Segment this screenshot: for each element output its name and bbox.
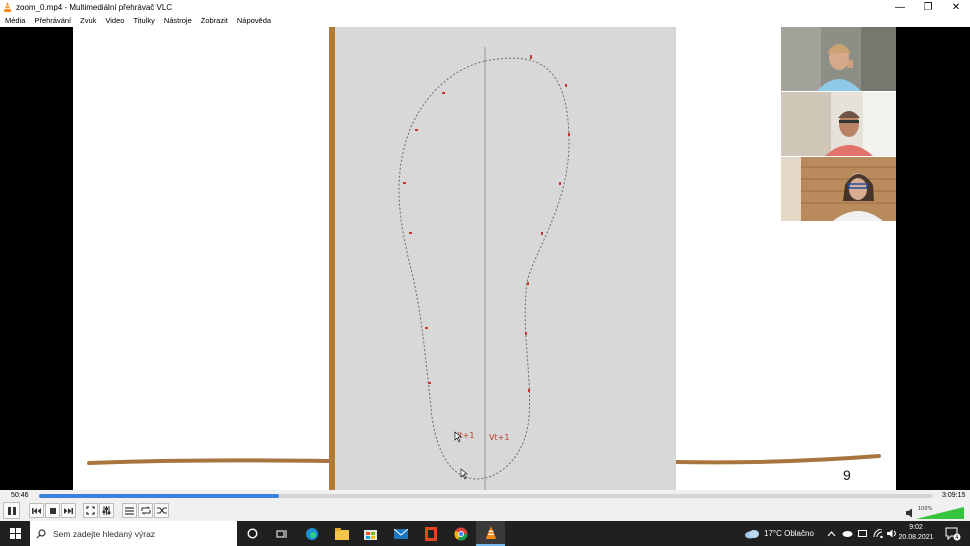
menu-bar: Média Přehrávání Zvuk Video Titulky Nást… xyxy=(0,14,970,27)
taskbar-clock[interactable]: 9:02 20.08.2021 xyxy=(896,523,936,543)
participant-video-1 xyxy=(781,27,896,91)
taskbar-edge[interactable] xyxy=(297,521,326,546)
task-view-button[interactable] xyxy=(267,521,296,546)
action-center-button[interactable]: 4 xyxy=(940,521,966,546)
participant-gallery xyxy=(781,27,896,221)
taskbar-chrome[interactable] xyxy=(446,521,475,546)
window-title: zoom_0.mp4 - Multimediální přehrávač VLC xyxy=(16,2,173,12)
windows-taskbar: Sem zadejte hledaný výraz 17°C Oblačno 9… xyxy=(0,521,970,546)
cloud-icon xyxy=(745,529,759,538)
seek-progress xyxy=(39,494,279,498)
menu-subtitles[interactable]: Titulky xyxy=(133,16,154,25)
cortana-button[interactable] xyxy=(238,521,267,546)
elapsed-time: 50:46 xyxy=(11,492,29,499)
weather-text: 17°C Oblačno xyxy=(764,529,814,538)
volume-label: 100% xyxy=(918,506,933,512)
skip-forward-icon xyxy=(64,507,73,514)
search-icon xyxy=(36,528,46,538)
previous-button[interactable] xyxy=(29,503,44,518)
office-icon xyxy=(424,526,437,541)
battery-icon[interactable] xyxy=(858,530,868,537)
participant-tile-1 xyxy=(781,27,896,91)
taskbar-store[interactable] xyxy=(356,521,385,546)
menu-view[interactable]: Zobrazit xyxy=(201,16,228,25)
menu-media[interactable]: Média xyxy=(5,16,25,25)
menu-video[interactable]: Video xyxy=(105,16,124,25)
minimize-button[interactable]: — xyxy=(886,0,914,14)
chrome-icon xyxy=(454,527,467,540)
participant-video-2 xyxy=(781,92,896,156)
speaker-icon xyxy=(906,508,912,518)
restore-button[interactable]: ❐ xyxy=(914,0,942,14)
slide-number: 9 xyxy=(843,467,851,483)
skip-back-icon xyxy=(32,507,41,514)
search-placeholder: Sem zadejte hledaný výraz xyxy=(53,528,156,539)
next-button[interactable] xyxy=(61,503,76,518)
stop-button[interactable] xyxy=(45,503,60,518)
seek-bar[interactable] xyxy=(39,494,933,498)
task-view-icon xyxy=(276,529,286,538)
player-controls: 50:46 3:09:15 100% xyxy=(0,490,970,521)
chevron-up-icon[interactable] xyxy=(827,530,836,537)
taskbar-vlc[interactable] xyxy=(476,521,505,546)
folder-icon xyxy=(334,527,349,540)
equalizer-icon xyxy=(102,506,111,515)
control-buttons: 100% xyxy=(0,502,970,520)
total-time: 3:09:15 xyxy=(942,492,966,499)
shuffle-button[interactable] xyxy=(154,503,169,518)
store-icon xyxy=(364,530,377,540)
wifi-icon[interactable] xyxy=(873,529,883,538)
video-area[interactable]: Vt+1 Vt+1 9 xyxy=(0,27,970,490)
pause-icon xyxy=(7,506,16,515)
edge-icon xyxy=(305,527,318,540)
vlc-icon xyxy=(485,526,496,539)
close-button[interactable]: ✕ xyxy=(942,0,970,14)
taskbar-mail[interactable] xyxy=(386,521,415,546)
participant-tile-2 xyxy=(781,92,896,156)
loop-button[interactable] xyxy=(138,503,153,518)
menu-help[interactable]: Nápověda xyxy=(237,16,271,25)
taskbar-search[interactable]: Sem zadejte hledaný výraz xyxy=(30,521,237,546)
system-tray xyxy=(827,521,898,546)
weather-widget[interactable]: 17°C Oblačno xyxy=(744,521,814,546)
participant-tile-3 xyxy=(781,157,896,221)
fullscreen-icon xyxy=(86,506,95,515)
menu-playback[interactable]: Přehrávání xyxy=(34,16,71,25)
stop-icon xyxy=(49,507,56,514)
fullscreen-button[interactable] xyxy=(83,503,98,518)
window-titlebar: zoom_0.mp4 - Multimediální přehrávač VLC… xyxy=(0,0,970,14)
notification-badge: 4 xyxy=(955,535,958,541)
clock-date: 20.08.2021 xyxy=(898,534,934,541)
insole-drawing: Vt+1 Vt+1 xyxy=(329,27,676,490)
mail-icon xyxy=(393,528,408,539)
windows-logo-icon xyxy=(9,528,21,539)
volume-control[interactable]: 100% xyxy=(906,504,966,520)
cortana-icon xyxy=(247,528,258,539)
pause-button[interactable] xyxy=(3,502,20,519)
annotation-right: Vt+1 xyxy=(489,433,509,442)
playlist-button[interactable] xyxy=(122,503,137,518)
shuffle-icon xyxy=(156,507,167,514)
loop-icon xyxy=(140,506,151,515)
clock-time: 9:02 xyxy=(909,524,923,531)
notification-icon: 4 xyxy=(945,527,961,541)
onedrive-cloud-icon[interactable] xyxy=(842,530,853,537)
taskbar-office[interactable] xyxy=(416,521,445,546)
timeline: 50:46 3:09:15 xyxy=(0,490,970,501)
extended-settings-button[interactable] xyxy=(99,503,114,518)
presentation-slide: Vt+1 Vt+1 9 xyxy=(73,27,896,490)
taskbar-file-explorer[interactable] xyxy=(327,521,356,546)
vlc-cone-icon xyxy=(3,2,12,12)
playlist-icon xyxy=(125,506,134,515)
menu-audio[interactable]: Zvuk xyxy=(80,16,96,25)
drawing-paper: Vt+1 Vt+1 xyxy=(329,27,676,490)
menu-tools[interactable]: Nástroje xyxy=(164,16,192,25)
start-button[interactable] xyxy=(0,521,30,546)
participant-video-3 xyxy=(781,157,896,221)
